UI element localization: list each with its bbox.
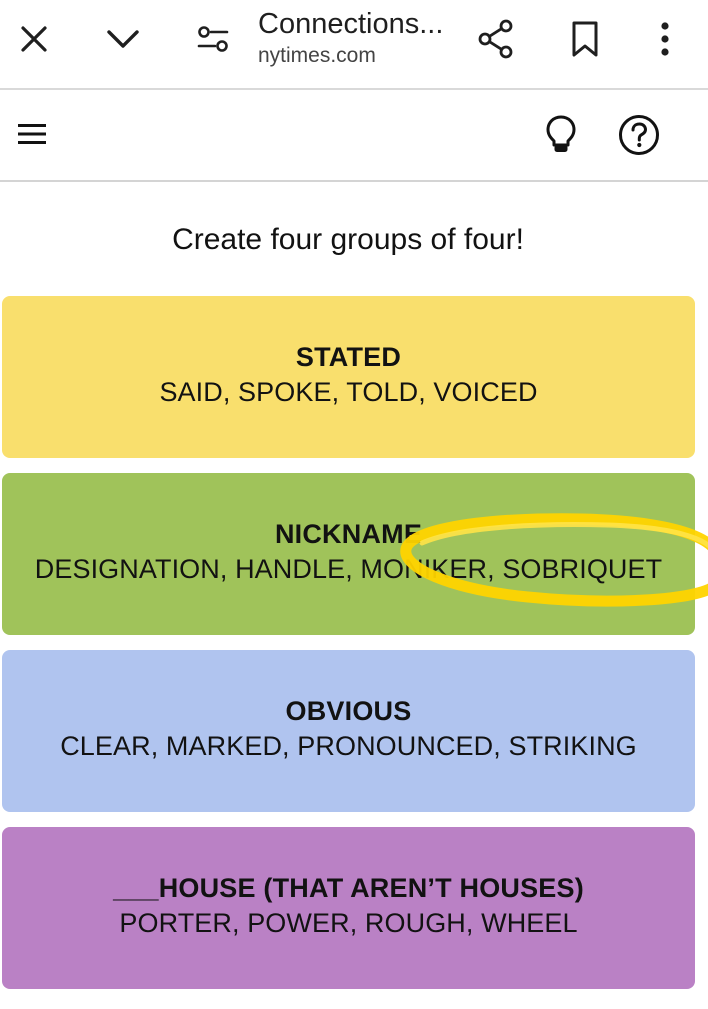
more-vertical-icon — [661, 22, 669, 56]
group-category: NICKNAME — [274, 519, 423, 549]
share-button[interactable] — [472, 15, 520, 63]
tab-url: nytimes.com — [258, 44, 376, 67]
group-words: PORTER, POWER, ROUGH, WHEEL — [119, 908, 578, 938]
group-category: ___HOUSE (THAT AREN’T HOUSES) — [113, 873, 584, 903]
menu-button[interactable] — [12, 114, 52, 154]
sliders-icon — [197, 26, 229, 52]
page-settings-button[interactable] — [190, 17, 236, 61]
solved-group-yellow: STATED SAID, SPOKE, TOLD, VOICED — [2, 296, 695, 458]
question-circle-icon — [619, 115, 659, 155]
more-options-button[interactable] — [644, 15, 686, 63]
bookmark-icon — [572, 21, 598, 57]
group-category: STATED — [295, 342, 402, 372]
bookmark-button[interactable] — [562, 15, 608, 63]
close-icon — [21, 26, 47, 52]
group-words: CLEAR, MARKED, PRONOUNCED, STRIKING — [60, 731, 637, 761]
browser-toolbar: Connections... nytimes.com — [0, 0, 708, 90]
tab-title: Connections... — [258, 8, 444, 40]
chevron-down-icon — [107, 30, 139, 48]
group-category: OBVIOUS — [285, 696, 412, 726]
solved-group-blue: OBVIOUS CLEAR, MARKED, PRONOUNCED, STRIK… — [2, 650, 695, 812]
collapse-button[interactable] — [100, 17, 146, 61]
close-tab-button[interactable] — [12, 17, 56, 61]
hamburger-icon — [18, 124, 46, 144]
tab-title-block[interactable]: Connections... nytimes.com — [258, 6, 458, 76]
share-icon — [478, 19, 513, 59]
site-header — [0, 92, 708, 182]
group-words: DESIGNATION, HANDLE, MONIKER, SOBRIQUET — [34, 554, 663, 584]
solved-group-purple: ___HOUSE (THAT AREN’T HOUSES) PORTER, PO… — [2, 827, 695, 989]
hint-button[interactable] — [538, 112, 584, 158]
group-words: SAID, SPOKE, TOLD, VOICED — [159, 377, 538, 407]
help-button[interactable] — [614, 112, 664, 158]
game-instructions: Create four groups of four! — [172, 223, 524, 256]
lightbulb-icon — [546, 115, 576, 152]
solved-group-green: NICKNAME DESIGNATION, HANDLE, MONIKER, S… — [2, 473, 695, 635]
